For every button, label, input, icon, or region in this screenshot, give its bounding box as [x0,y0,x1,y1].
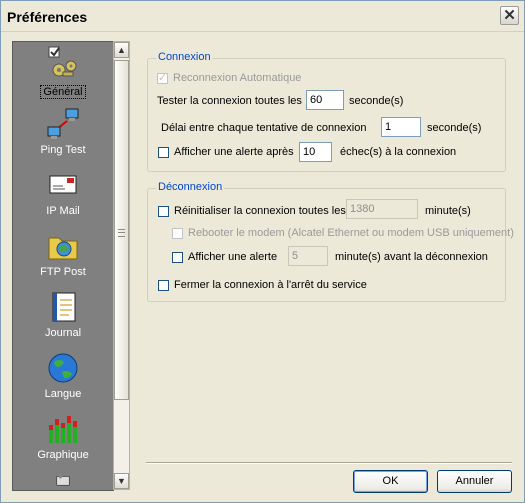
sidebar-item-ftp-post[interactable]: FTP Post [13,230,113,284]
test-interval-label: Tester la connexion toutes les [157,95,302,107]
test-interval-unit: seconde(s) [349,95,404,107]
chevron-down-icon: ▼ [117,476,126,486]
ftp-post-folder-icon [48,237,78,260]
sidebar-item-journal[interactable]: Journal [13,291,113,345]
reset-interval-input[interactable]: 1380 [346,199,418,219]
sidebar-scrollbar[interactable]: ▲ ▼ [113,41,130,490]
sidebar-item-langue[interactable]: Langue [13,352,113,406]
test-interval-input[interactable]: 60 [306,90,344,110]
language-globe-icon [48,353,78,383]
ok-button[interactable]: OK [353,470,428,493]
scroll-thumb[interactable] [114,60,129,400]
close-on-stop-label: Fermer la connexion à l'arrêt du service [174,279,367,291]
reboot-modem-checkbox[interactable] [172,228,183,239]
sidebar-item-graphique[interactable]: Graphique [13,413,113,467]
auto-reconnect-label: Reconnexion Automatique [173,72,302,84]
ip-mail-envelope-icon [49,175,77,194]
window-title: Préférences [7,9,88,25]
grip-icon [118,229,125,237]
general-settings-icon [48,46,77,77]
auto-reconnect-checkbox[interactable] [157,71,168,84]
sidebar-item-label: IP Mail [46,205,80,217]
alert-failures-input[interactable]: 10 [299,142,332,162]
scroll-down-button[interactable]: ▼ [114,473,129,489]
retry-delay-unit: seconde(s) [427,122,482,134]
reset-connection-checkbox[interactable] [158,206,169,217]
alert-failures-unit: échec(s) à la connexion [340,146,457,158]
reset-interval-unit: minute(s) [425,205,471,217]
tools-icon [56,474,70,486]
journal-notebook-icon [52,292,76,322]
sidebar-item-label: Journal [44,327,82,339]
close-icon: ✕ [503,7,516,24]
disconnect-alert-unit: minute(s) avant la déconnexion [335,251,488,263]
sidebar-item-ping-test[interactable]: Ping Test [13,108,113,162]
connexion-legend: Connexion [156,51,213,63]
sidebar-item-label: Graphique [37,449,89,461]
sidebar-item-general[interactable]: Général [13,46,113,100]
preferences-window: Préférences ✕ Général Ping Test IP Mail … [0,0,525,503]
scroll-up-button[interactable]: ▲ [114,42,129,58]
title-bar: Préférences ✕ [1,1,524,32]
retry-delay-input[interactable]: 1 [381,117,421,137]
retry-delay-label: Délai entre chaque tentative de connexio… [161,122,367,134]
close-button[interactable]: ✕ [500,6,519,25]
sidebar-item-label: Général [40,85,86,99]
sidebar-item-label: Ping Test [40,144,86,156]
close-on-stop-checkbox[interactable] [158,280,169,291]
disconnect-alert-input[interactable]: 5 [288,246,328,266]
deconnexion-legend: Déconnexion [156,181,225,193]
ping-test-network-icon [47,108,79,139]
sidebar-item-ip-mail[interactable]: IP Mail [13,169,113,223]
sidebar-item-more[interactable] [13,474,113,490]
category-sidebar: Général Ping Test IP Mail FTP Post Journ… [12,41,114,491]
disconnect-alert-checkbox[interactable] [172,252,183,263]
cancel-button[interactable]: Annuler [437,470,512,493]
alert-after-failures-checkbox[interactable] [158,147,169,158]
sidebar-item-label: FTP Post [40,266,86,278]
sidebar-item-label: Langue [44,388,82,400]
reboot-modem-label: Rebooter le modem (Alcatel Ethernet ou m… [188,227,514,239]
bottom-separator [146,462,512,464]
reset-connection-label: Réinitialiser la connexion toutes les [174,205,346,217]
disconnect-alert-label: Afficher une alerte [188,251,278,263]
graph-bars-icon [49,416,77,443]
alert-after-failures-label: Afficher une alerte après [174,146,294,158]
chevron-up-icon: ▲ [117,45,126,55]
